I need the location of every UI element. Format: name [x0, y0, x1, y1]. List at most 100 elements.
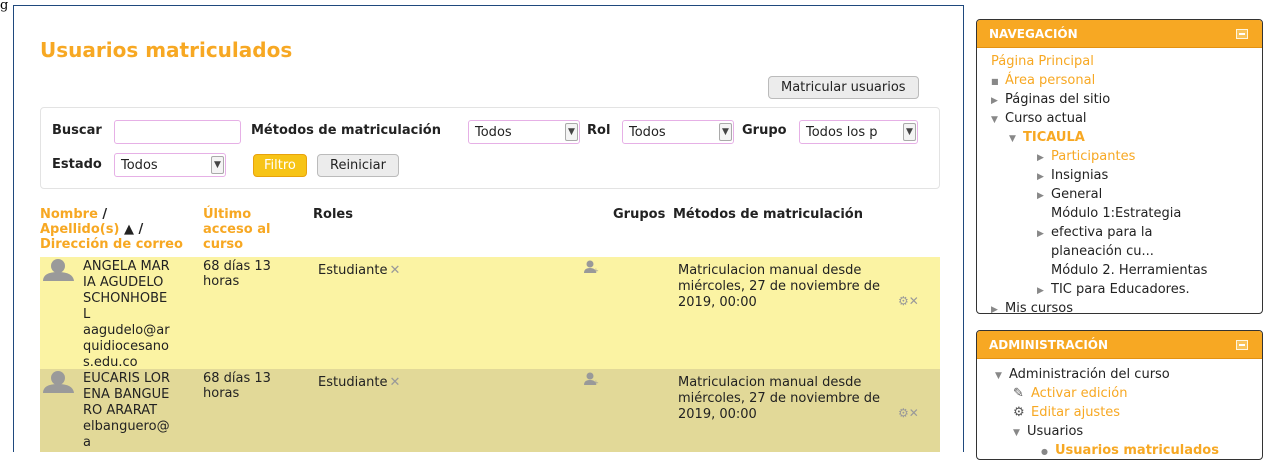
- svg-text:+: +: [593, 267, 599, 274]
- chevron-down-icon: ▼: [211, 156, 224, 174]
- navigation-block-header: NAVEGACIÓN: [977, 20, 1262, 48]
- role-select-value: Todos: [629, 125, 666, 140]
- nav-module1-line1[interactable]: Módulo 1:Estrategia: [1051, 204, 1181, 223]
- navigation-block: NAVEGACIÓN Página Principal ■ Área person…: [976, 19, 1263, 314]
- administration-block-header: ADMINISTRACIÓN: [977, 331, 1262, 359]
- admin-enrolled-users[interactable]: ● Usuarios matriculados: [1041, 441, 1219, 459]
- user-avatar-icon[interactable]: [42, 371, 75, 393]
- filter-form: Buscar Métodos de matriculación Todos ▼ …: [40, 107, 940, 189]
- nav-participants-label: Participantes: [1051, 149, 1136, 164]
- role-badge: Estudiante ✕: [318, 375, 400, 390]
- add-group-icon[interactable]: +: [583, 260, 599, 274]
- enrol-actions: ⚙✕: [898, 294, 919, 308]
- sort-last-access-link[interactable]: Último acceso al curso: [203, 207, 270, 252]
- bullet-icon: ●: [1041, 447, 1048, 456]
- admin-course[interactable]: ▼ Administración del curso: [995, 365, 1170, 386]
- user-fullname[interactable]: EUCARIS LORENA BANGUERO ARARAT elbanguer…: [83, 371, 173, 451]
- close-icon[interactable]: ✕: [909, 294, 919, 308]
- admin-edit-settings[interactable]: ⚙ Editar ajustes: [1013, 403, 1120, 422]
- nav-participants[interactable]: ▶ Participantes: [1037, 147, 1135, 168]
- pencil-icon: ✎: [1013, 386, 1024, 401]
- navigation-title: NAVEGACIÓN: [989, 27, 1078, 41]
- nav-badges[interactable]: ▶ Insignias: [1037, 166, 1108, 187]
- nav-course-label: TICAULA: [1023, 130, 1085, 145]
- nav-personal-label: Área personal: [1005, 73, 1096, 88]
- admin-edit-on-label: Activar edición: [1031, 386, 1128, 401]
- nav-site-pages-label: Páginas del sitio: [1005, 92, 1111, 107]
- nav-general[interactable]: ▶ General: [1037, 185, 1102, 206]
- methods-label: Métodos de matriculación: [251, 123, 441, 138]
- dock-icon[interactable]: [1236, 29, 1248, 39]
- search-label: Buscar: [52, 123, 102, 138]
- nav-badges-label: Insignias: [1051, 168, 1109, 183]
- nav-module1-line3[interactable]: planeación cu...: [1051, 242, 1154, 261]
- expand-icon: ▶: [1037, 191, 1044, 201]
- gear-icon[interactable]: ⚙: [898, 294, 909, 308]
- group-select[interactable]: Todos los p ▼: [799, 120, 918, 144]
- collapse-icon: ▼: [1013, 428, 1020, 438]
- nav-my-courses[interactable]: ▶ Mis cursos: [991, 299, 1073, 314]
- user-fullname[interactable]: ANGELA MARIA AGUDELO SCHONHOBEL aagudelo…: [83, 259, 173, 371]
- sort-first-name-link[interactable]: Nombre: [40, 207, 98, 222]
- header-methods: Métodos de matriculación: [673, 207, 863, 222]
- filter-button[interactable]: Filtro: [253, 154, 307, 177]
- admin-users[interactable]: ▼ Usuarios: [1013, 422, 1083, 443]
- group-select-value: Todos los p: [806, 125, 878, 140]
- dock-icon[interactable]: [1236, 340, 1248, 350]
- admin-enrolled-users-label: Usuarios matriculados: [1055, 443, 1219, 458]
- role-select[interactable]: Todos ▼: [622, 120, 734, 144]
- nav-module1[interactable]: ▶ efectiva para la: [1037, 223, 1152, 244]
- status-select[interactable]: Todos ▼: [114, 153, 226, 177]
- chevron-down-icon: ▼: [565, 123, 578, 141]
- expand-icon: ▶: [991, 305, 998, 314]
- status-label: Estado: [52, 157, 102, 172]
- chevron-down-icon: ▼: [903, 123, 916, 141]
- sort-email-link[interactable]: Dirección de correo: [40, 237, 183, 252]
- header-surname[interactable]: Apellido(s) ▲ /: [40, 222, 143, 237]
- user-avatar-icon[interactable]: [42, 259, 75, 281]
- nav-module2[interactable]: ▶ TIC para Educadores.: [1037, 280, 1190, 301]
- svg-text:+: +: [593, 379, 599, 386]
- nav-general-label: General: [1051, 187, 1103, 202]
- enrol-users-button[interactable]: Matricular usuarios: [768, 76, 919, 99]
- nav-course[interactable]: ▼ TICAULA: [1009, 128, 1085, 149]
- role-label: Estudiante: [318, 375, 388, 390]
- nav-personal[interactable]: ■ Área personal: [991, 71, 1095, 91]
- sort-surname-link[interactable]: Apellido(s): [40, 222, 119, 237]
- unassign-role-icon[interactable]: ✕: [390, 375, 401, 390]
- gear-icon: ⚙: [1013, 405, 1025, 420]
- user-name-link[interactable]: EUCARIS LORENA BANGUERO ARARAT: [83, 371, 173, 419]
- methods-select[interactable]: Todos ▼: [468, 120, 580, 144]
- collapse-icon: ▼: [991, 115, 998, 125]
- nav-site-pages[interactable]: ▶ Páginas del sitio: [991, 90, 1110, 111]
- reset-button[interactable]: Reiniciar: [317, 154, 399, 177]
- close-icon[interactable]: ✕: [909, 406, 919, 420]
- collapse-icon: ▼: [995, 371, 1002, 381]
- user-name-link[interactable]: ANGELA MARIA AGUDELO SCHONHOBEL: [83, 259, 173, 323]
- user-email: aagudelo@arquidiocesanos.edu.co: [83, 323, 170, 370]
- methods-select-value: Todos: [475, 125, 512, 140]
- admin-edit-on[interactable]: ✎ Activar edición: [1013, 384, 1127, 403]
- admin-course-label: Administración del curso: [1009, 367, 1170, 382]
- add-group-icon[interactable]: +: [583, 372, 599, 386]
- bullet-icon: ■: [991, 77, 999, 86]
- nav-module2-line1[interactable]: Módulo 2. Herramientas: [1051, 261, 1207, 280]
- nav-home-link[interactable]: Página Principal: [991, 52, 1094, 71]
- admin-edit-settings-label: Editar ajustes: [1031, 405, 1121, 420]
- last-access: 68 días 13 horas: [203, 371, 271, 401]
- unassign-role-icon[interactable]: ✕: [390, 263, 401, 278]
- header-roles: Roles: [313, 207, 353, 222]
- nav-current-course-label: Curso actual: [1005, 111, 1087, 126]
- nav-module2-line2: TIC para Educadores.: [1051, 282, 1190, 297]
- admin-users-label: Usuarios: [1027, 424, 1084, 439]
- role-label: Rol: [587, 123, 611, 138]
- status-select-value: Todos: [121, 158, 158, 173]
- stray-character: g: [0, 0, 9, 13]
- search-input[interactable]: [114, 120, 241, 144]
- enrol-method: Matriculacion manual desde miércoles, 27…: [678, 375, 880, 422]
- nav-current-course[interactable]: ▼ Curso actual: [991, 109, 1087, 130]
- chevron-down-icon: ▼: [719, 123, 732, 141]
- group-label: Grupo: [742, 123, 787, 138]
- gear-icon[interactable]: ⚙: [898, 406, 909, 420]
- header-name[interactable]: Nombre /: [40, 207, 107, 222]
